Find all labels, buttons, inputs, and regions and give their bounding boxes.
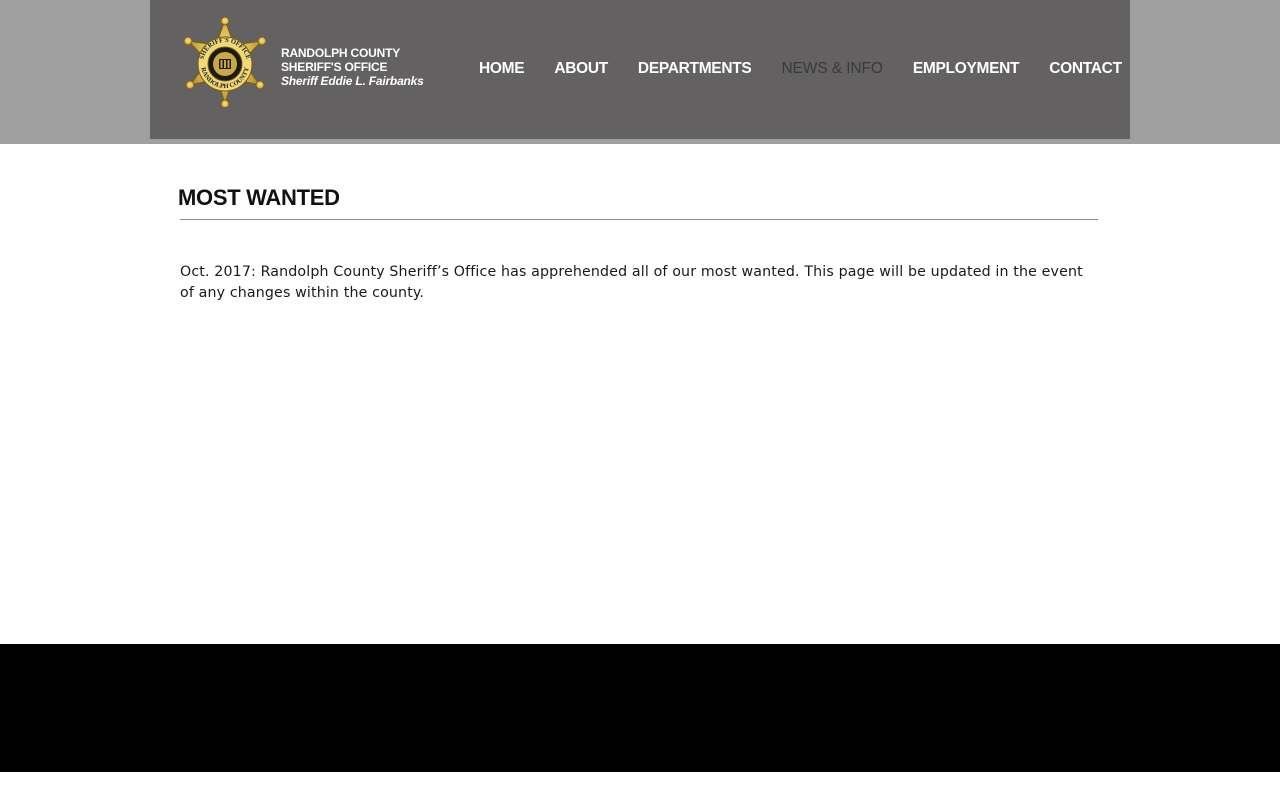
- sheriff-star-badge-icon: SHERIFF'S OFFICE RANDOLPH COUNTY: [183, 16, 267, 109]
- page-title: MOST WANTED: [178, 185, 340, 210]
- title-divider: [180, 219, 1098, 220]
- most-wanted-notice: Oct. 2017: Randolph County Sheriff’s Off…: [180, 264, 1083, 301]
- brand-name: RANDOLPH COUNTY SHERIFF'S OFFICE Sheriff…: [281, 46, 424, 88]
- sheriff-badge-logo[interactable]: SHERIFF'S OFFICE RANDOLPH COUNTY: [180, 16, 270, 109]
- nav-employment[interactable]: EMPLOYMENT: [913, 60, 1020, 78]
- brand-line-office: SHERIFF'S OFFICE: [281, 60, 388, 74]
- brand-line-county: RANDOLPH COUNTY: [281, 46, 400, 60]
- nav-about[interactable]: ABOUT: [554, 60, 608, 78]
- nav-departments[interactable]: DEPARTMENTS: [638, 60, 752, 78]
- nav-home[interactable]: HOME: [479, 60, 525, 78]
- site-header: SHERIFF'S OFFICE RANDOLPH COUNTY RANDOLP…: [150, 0, 1130, 139]
- site-footer: [0, 644, 1280, 772]
- brand-line-sheriff: Sheriff Eddie L. Fairbanks: [281, 74, 424, 88]
- page: SHERIFF'S OFFICE RANDOLPH COUNTY RANDOLP…: [0, 0, 1280, 800]
- nav-news-info[interactable]: NEWS & INFO: [781, 60, 882, 78]
- header-band: SHERIFF'S OFFICE RANDOLPH COUNTY RANDOLP…: [0, 0, 1280, 144]
- nav-contact[interactable]: CONTACT: [1049, 60, 1122, 78]
- main-nav: HOME ABOUT DEPARTMENTS NEWS & INFO EMPLO…: [479, 59, 1122, 79]
